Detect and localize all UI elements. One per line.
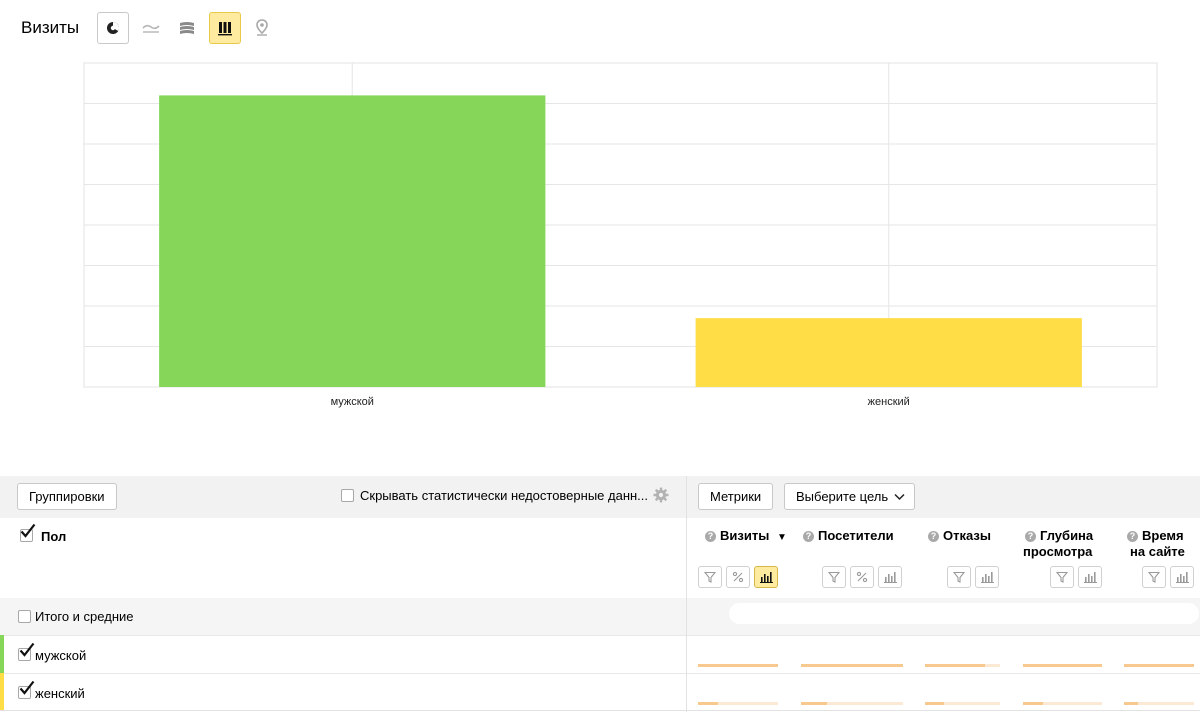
- total-row-label: Итого и средние: [35, 609, 134, 624]
- metric-bar-track: [925, 664, 1000, 667]
- bar-chart-icon: [218, 22, 232, 36]
- select-goal-label: Выберите цель: [796, 489, 889, 504]
- x-tick-label: мужской: [331, 396, 374, 408]
- metric-bar-fill: [1023, 702, 1043, 705]
- metric-bar-track: [801, 702, 903, 705]
- metric-bar-fill: [925, 702, 944, 705]
- metric-bar-fill: [698, 664, 778, 667]
- bar-chart-view-button[interactable]: [209, 12, 241, 44]
- filter-icon: [1056, 571, 1068, 583]
- bar-chart-icon: [1175, 572, 1189, 583]
- table-bottom-border: [0, 710, 1200, 711]
- bar-chart-icon: [759, 572, 773, 583]
- metric-bar-fill: [1124, 664, 1194, 667]
- help-question-icon[interactable]: ?: [1025, 531, 1036, 542]
- metrics-button[interactable]: Метрики: [698, 483, 774, 510]
- checkmark-icon: [19, 680, 35, 695]
- help-question-icon[interactable]: ?: [705, 531, 716, 542]
- column-chart-button[interactable]: [878, 566, 902, 588]
- sort-desc-icon: ▼: [776, 532, 787, 543]
- filter-icon: [828, 571, 840, 583]
- column-header-time-line2: на сайте: [1130, 544, 1185, 559]
- groupings-button[interactable]: Группировки: [17, 483, 117, 510]
- map-view-button[interactable]: [246, 12, 278, 44]
- help-question-icon[interactable]: ?: [1127, 531, 1138, 542]
- area-chart-view-button[interactable]: [171, 12, 203, 44]
- column-header-visitors[interactable]: Посетители: [818, 528, 894, 544]
- pie-chart-icon: [107, 21, 120, 34]
- row-label: женский: [35, 686, 85, 701]
- metric-bar-fill: [698, 702, 718, 705]
- metric-bar-track: [1124, 664, 1194, 667]
- filter-icon: [1148, 571, 1160, 583]
- checkmark-icon: [19, 642, 35, 657]
- table-column-divider: [686, 598, 687, 712]
- bar-chart-icon: [883, 572, 897, 583]
- metric-bar-track: [698, 664, 778, 667]
- chart-bars: [159, 95, 1082, 388]
- help-question-icon[interactable]: ?: [928, 531, 939, 542]
- filter-icon: [953, 571, 965, 583]
- metric-bar-track: [698, 702, 778, 705]
- metric-bar-fill: [1124, 702, 1138, 705]
- column-header-bounces[interactable]: Отказы: [943, 528, 991, 544]
- column-header-time[interactable]: Время: [1142, 528, 1184, 544]
- percent-icon: [856, 571, 868, 583]
- column-filter-button[interactable]: [822, 566, 846, 588]
- metric-bar-track: [925, 702, 1000, 705]
- metric-bar-track: [1023, 664, 1102, 667]
- dimension-header: Пол: [41, 529, 67, 544]
- bar-chart-icon: [1083, 572, 1097, 583]
- column-filter-button[interactable]: [1050, 566, 1074, 588]
- column-header-depth-line2: просмотра: [1023, 544, 1093, 559]
- row-color-stripe: [0, 673, 4, 711]
- column-filter-button[interactable]: [1142, 566, 1166, 588]
- column-chart-button[interactable]: [1078, 566, 1102, 588]
- column-percent-button[interactable]: [850, 566, 874, 588]
- metric-bar-fill: [801, 664, 903, 667]
- area-chart-icon: [180, 22, 194, 34]
- total-values-placeholder: [729, 603, 1199, 624]
- percent-icon: [732, 571, 744, 583]
- chevron-down-icon: [894, 493, 905, 501]
- row-color-stripe: [0, 635, 4, 673]
- column-filter-button[interactable]: [947, 566, 971, 588]
- metric-bar-track: [801, 664, 903, 667]
- select-goal-button[interactable]: Выберите цель: [784, 483, 916, 510]
- metric-bar-track: [1124, 702, 1194, 705]
- column-header-depth[interactable]: Глубина: [1040, 528, 1093, 544]
- column-chart-button[interactable]: [754, 566, 778, 588]
- bar-chart-icon: [980, 572, 994, 583]
- metric-bar-fill: [801, 702, 827, 705]
- bar-мужской[interactable]: [159, 95, 546, 388]
- settings-gear-icon[interactable]: [653, 487, 669, 503]
- chart-x-tick-labels: мужской женский: [331, 396, 910, 408]
- column-chart-button[interactable]: [1170, 566, 1194, 588]
- row-label: мужской: [35, 648, 87, 663]
- bar-chart: мужской женский: [83, 62, 1158, 408]
- metric-bar-fill: [1023, 664, 1102, 667]
- x-tick-label: женский: [868, 396, 910, 408]
- table-row[interactable]: [0, 635, 1200, 673]
- table-row[interactable]: [0, 673, 1200, 711]
- metric-bar-track: [1023, 702, 1102, 705]
- bar-женский[interactable]: [695, 318, 1082, 387]
- map-pin-icon: [256, 19, 268, 36]
- hide-unreliable-label: Скрывать статистически недостоверные дан…: [360, 488, 649, 503]
- column-percent-button[interactable]: [726, 566, 750, 588]
- column-filter-button[interactable]: [698, 566, 722, 588]
- metric-bar-fill: [925, 664, 985, 667]
- total-row-checkbox[interactable]: [18, 610, 31, 623]
- hide-unreliable-checkbox[interactable]: [341, 489, 354, 502]
- line-chart-view-button[interactable]: [135, 12, 167, 44]
- help-question-icon[interactable]: ?: [803, 531, 814, 542]
- line-chart-icon: [142, 24, 160, 33]
- filter-icon: [704, 571, 716, 583]
- pie-chart-view-button[interactable]: [97, 12, 129, 44]
- column-header-visits[interactable]: Визиты ▼: [720, 528, 787, 546]
- checkmark-icon: [20, 523, 36, 538]
- column-chart-button[interactable]: [975, 566, 999, 588]
- report-title: Визиты: [21, 18, 80, 37]
